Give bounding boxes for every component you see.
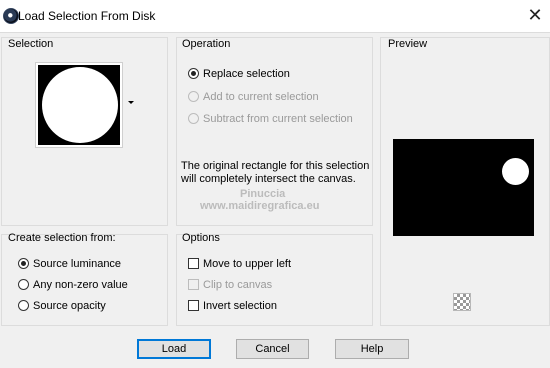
any-non-zero-value-radio[interactable] <box>18 279 29 290</box>
preview-group-label: Preview <box>388 38 428 50</box>
invert-selection-checkbox[interactable] <box>188 300 199 311</box>
cancel-button[interactable]: Cancel <box>236 339 309 359</box>
load-button[interactable]: Load <box>137 339 211 359</box>
options-group-label: Options <box>182 232 220 244</box>
source-luminance-radio[interactable] <box>18 258 29 269</box>
help-button[interactable]: Help <box>335 339 409 359</box>
preview-canvas <box>393 139 534 236</box>
replace-selection-label[interactable]: Replace selection <box>203 68 290 80</box>
source-opacity-radio[interactable] <box>18 300 29 311</box>
selection-dropdown-arrow-icon[interactable] <box>128 101 134 104</box>
operation-description: The original rectangle for this selectio… <box>181 160 370 185</box>
selection-group-label: Selection <box>8 38 54 50</box>
subtract-from-selection-label: Subtract from current selection <box>203 113 353 125</box>
source-luminance-label[interactable]: Source luminance <box>33 258 121 270</box>
app-icon <box>3 8 19 24</box>
replace-selection-radio[interactable] <box>188 68 199 79</box>
operation-group-label: Operation <box>182 38 231 50</box>
create-selection-group-label: Create selection from: <box>8 232 116 244</box>
title-bar: Load Selection From Disk ✕ <box>0 0 550 33</box>
close-button[interactable]: ✕ <box>524 4 546 26</box>
add-to-selection-label: Add to current selection <box>203 91 319 103</box>
selection-thumbnail[interactable] <box>35 62 123 148</box>
subtract-from-selection-radio <box>188 113 199 124</box>
move-to-upper-left-checkbox[interactable] <box>188 258 199 269</box>
any-non-zero-value-label[interactable]: Any non-zero value <box>33 279 128 291</box>
selection-thumbnail-image <box>38 65 120 145</box>
clip-to-canvas-label: Clip to canvas <box>203 279 273 291</box>
move-to-upper-left-label[interactable]: Move to upper left <box>203 258 291 270</box>
add-to-selection-radio <box>188 91 199 102</box>
window-title: Load Selection From Disk <box>18 9 156 23</box>
source-opacity-label[interactable]: Source opacity <box>33 300 106 312</box>
transparency-checker-icon[interactable] <box>453 293 471 311</box>
preview-circle-shape <box>502 158 529 185</box>
clip-to-canvas-checkbox <box>188 279 199 290</box>
invert-selection-label[interactable]: Invert selection <box>203 300 277 312</box>
selection-circle-shape <box>42 67 118 143</box>
operation-group <box>176 37 373 226</box>
